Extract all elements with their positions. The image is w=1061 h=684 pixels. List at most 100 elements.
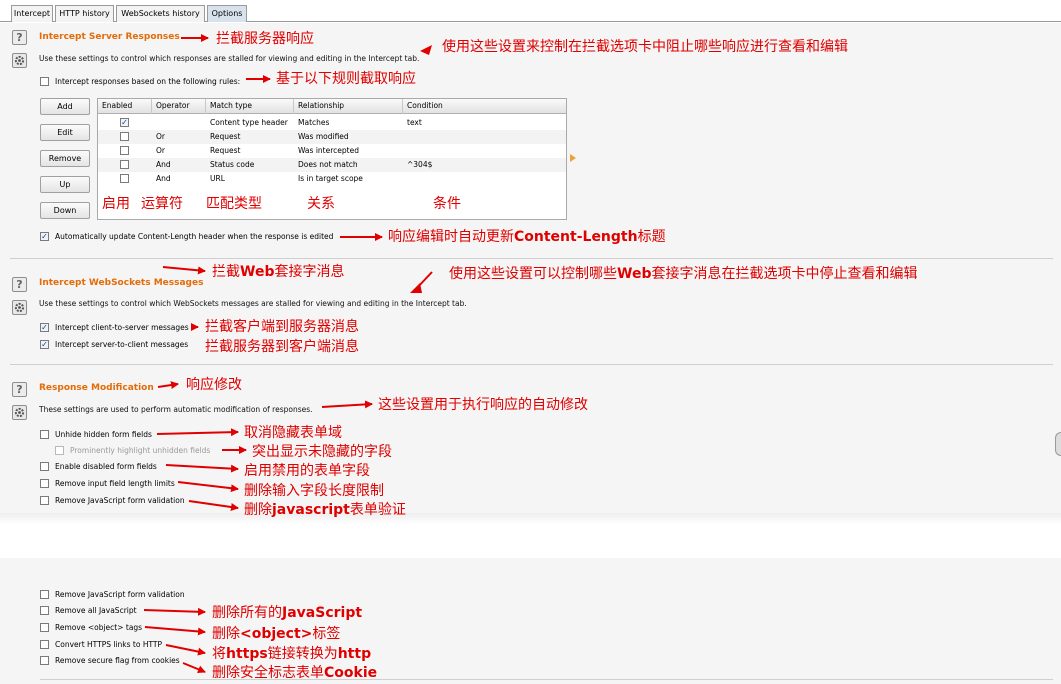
column-header-operator[interactable]: Operator: [152, 99, 206, 114]
help-icon[interactable]: ?: [12, 277, 27, 292]
edit-button[interactable]: Edit: [40, 124, 90, 141]
row-match-type: Content type header: [210, 118, 288, 127]
down-button[interactable]: Down: [40, 202, 90, 219]
enable-disabled-row[interactable]: Enable disabled form fields: [40, 461, 157, 474]
tab-websockets-history[interactable]: WebSockets history: [116, 5, 205, 22]
remove-length-limits-checkbox[interactable]: [40, 478, 49, 488]
expand-arrow-icon[interactable]: [570, 154, 576, 162]
remove-all-js-checkbox[interactable]: [40, 605, 49, 615]
server-to-client-checkbox[interactable]: ✓: [40, 339, 49, 349]
unhide-fields-row[interactable]: Unhide hidden form fields: [40, 429, 152, 442]
scroll-handle[interactable]: [1055, 432, 1061, 456]
client-to-server-checkbox[interactable]: ✓: [40, 322, 49, 332]
annotation-s2c: 拦截服务器到客户端消息: [205, 339, 359, 355]
column-header-match-type[interactable]: Match type: [206, 99, 294, 114]
help-icon[interactable]: ?: [12, 382, 27, 397]
row-enabled-checkbox[interactable]: [120, 173, 129, 183]
annotation-remove-all-js: 删除所有的JavaScript: [212, 605, 363, 621]
section-title-websockets: Intercept WebSockets Messages: [39, 278, 204, 288]
annotation-col-operator: 运算符: [141, 196, 183, 212]
client-to-server-row[interactable]: ✓ Intercept client-to-server messages: [40, 322, 189, 335]
annotation-remove-length: 删除输入字段长度限制: [244, 483, 384, 499]
section-title-response-modification: Response Modification: [39, 383, 154, 393]
annotation-rules: 基于以下规则截取响应: [276, 71, 416, 87]
rules-checkbox-label: Intercept responses based on the followi…: [55, 77, 241, 86]
table-row[interactable]: And URL Is in target scope: [98, 172, 566, 186]
column-header-condition[interactable]: Condition: [403, 99, 566, 114]
annotation-secure-flag: 删除安全标志表单Cookie: [212, 665, 378, 681]
row-relationship: Matches: [298, 118, 330, 127]
column-header-enabled[interactable]: Enabled: [98, 99, 152, 114]
highlight-unhidden-checkbox: [55, 445, 64, 455]
remove-js-validation-row-2[interactable]: Remove JavaScript form validation: [40, 589, 185, 602]
row-enabled-checkbox[interactable]: ✓: [120, 117, 129, 127]
row-enabled-checkbox[interactable]: [120, 159, 129, 169]
table-row[interactable]: And Status code Does not match ^304$: [98, 158, 566, 172]
table-row[interactable]: Or Request Was intercepted: [98, 144, 566, 158]
annotation-remove-js-validation: 删除javascript表单验证: [244, 502, 406, 518]
annotation-ws-desc: 使用这些设置可以控制哪些Web套接字消息在拦截选项卡中停止查看和编辑: [449, 266, 918, 282]
remove-secure-flag-label: Remove secure flag from cookies: [55, 656, 180, 665]
auto-update-row[interactable]: ✓ Automatically update Content-Length hea…: [40, 231, 333, 244]
gear-icon[interactable]: [12, 405, 27, 420]
section-divider: [10, 258, 1053, 259]
table-row[interactable]: Or Request Was modified: [98, 130, 566, 144]
annotation-auto-update: 响应编辑时自动更新Content-Length标题: [388, 229, 666, 245]
annotation-col-condition: 条件: [433, 196, 461, 212]
help-icon[interactable]: ?: [12, 30, 27, 45]
rules-table-header: Enabled Operator Match type Relationship…: [98, 99, 566, 114]
tab-options[interactable]: Options: [207, 5, 247, 22]
remove-all-js-row[interactable]: Remove all JavaScript: [40, 605, 137, 618]
gear-icon[interactable]: [12, 300, 27, 315]
row-enabled-checkbox[interactable]: [120, 131, 129, 141]
server-to-client-label: Intercept server-to-client messages: [55, 340, 189, 349]
remove-button[interactable]: Remove: [40, 150, 90, 167]
server-to-client-row[interactable]: ✓ Intercept server-to-client messages: [40, 339, 189, 352]
section-title-server-responses: Intercept Server Responses: [39, 32, 180, 42]
client-to-server-label: Intercept client-to-server messages: [55, 323, 189, 332]
row-enabled-checkbox[interactable]: [120, 145, 129, 155]
remove-secure-flag-checkbox[interactable]: [40, 655, 49, 665]
convert-https-checkbox[interactable]: [40, 639, 49, 649]
unhide-fields-checkbox[interactable]: [40, 429, 49, 439]
row-condition: ^304$: [407, 160, 433, 169]
annotation-server-title: 拦截服务器响应: [216, 31, 314, 47]
annotation-server-desc: 使用这些设置来控制在拦截选项卡中阻止哪些响应进行查看和编辑: [442, 39, 848, 55]
enable-disabled-label: Enable disabled form fields: [55, 462, 157, 471]
server-responses-description: Use these settings to control which resp…: [39, 54, 420, 63]
row-relationship: Does not match: [298, 160, 358, 169]
remove-js-validation-checkbox[interactable]: [40, 495, 49, 505]
section-divider: [40, 679, 1053, 680]
convert-https-row[interactable]: Convert HTTPS links to HTTP: [40, 639, 162, 652]
screenshot-gap-shade: [0, 513, 1061, 525]
remove-length-limits-row[interactable]: Remove input field length limits: [40, 478, 175, 491]
row-operator: And: [156, 174, 171, 183]
annotation-unhide: 取消隐藏表单域: [244, 425, 342, 441]
rules-checkbox-row[interactable]: Intercept responses based on the followi…: [40, 76, 241, 89]
remove-secure-flag-row[interactable]: Remove secure flag from cookies: [40, 655, 180, 668]
section-divider: [10, 364, 1053, 365]
remove-all-js-label: Remove all JavaScript: [55, 606, 137, 615]
auto-update-checkbox[interactable]: ✓: [40, 231, 49, 241]
remove-object-tags-row[interactable]: Remove <object> tags: [40, 622, 142, 635]
enable-disabled-checkbox[interactable]: [40, 461, 49, 471]
row-operator: Or: [156, 132, 165, 141]
annotation-highlight: 突出显示未隐藏的字段: [252, 444, 392, 460]
remove-js-validation-checkbox-2[interactable]: [40, 589, 49, 599]
row-match-type: Status code: [210, 160, 255, 169]
tab-intercept[interactable]: Intercept: [11, 5, 53, 22]
remove-js-validation-row[interactable]: Remove JavaScript form validation: [40, 495, 185, 508]
rules-checkbox[interactable]: [40, 76, 49, 86]
up-button[interactable]: Up: [40, 176, 90, 193]
column-header-relationship[interactable]: Relationship: [294, 99, 403, 114]
annotation-col-enabled: 启用: [102, 196, 130, 212]
table-row[interactable]: ✓ Content type header Matches text: [98, 116, 566, 130]
row-match-type: Request: [210, 132, 241, 141]
row-relationship: Was modified: [298, 132, 349, 141]
remove-object-tags-checkbox[interactable]: [40, 622, 49, 632]
add-button[interactable]: Add: [40, 98, 90, 115]
gear-icon[interactable]: [12, 53, 27, 68]
highlight-unhidden-label: Prominently highlight unhidden fields: [70, 446, 211, 455]
websockets-description: Use these settings to control which WebS…: [39, 299, 467, 308]
tab-http-history[interactable]: HTTP history: [55, 5, 114, 22]
